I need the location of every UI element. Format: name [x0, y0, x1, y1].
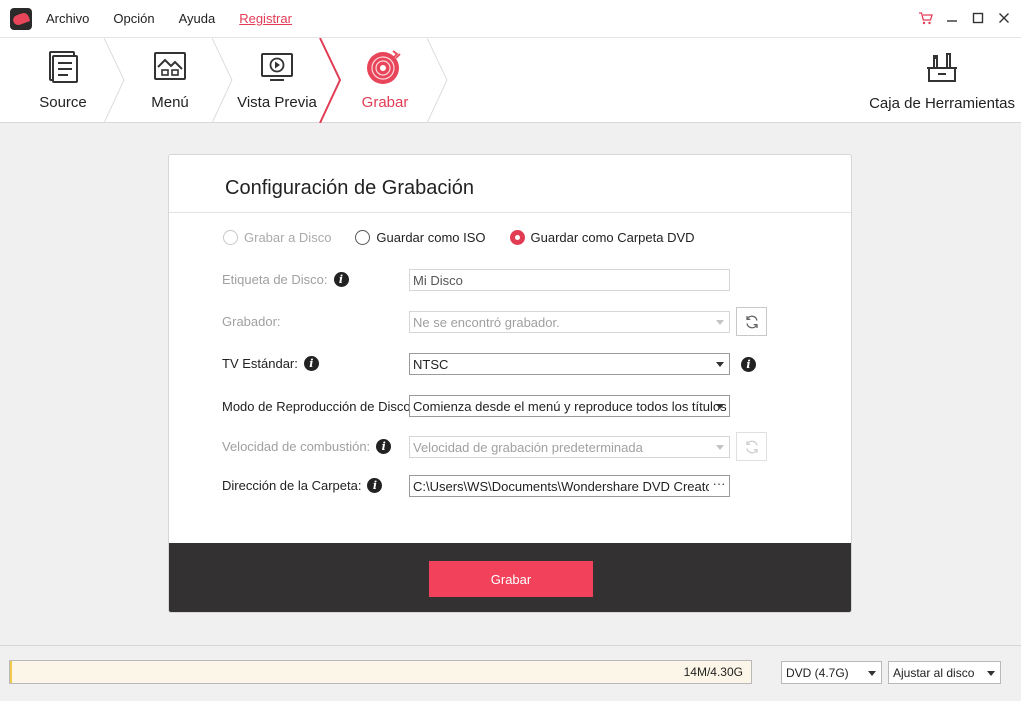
select-value: Ne se encontró grabador. — [413, 314, 560, 330]
refresh-icon — [745, 315, 758, 328]
burn-settings-panel: Configuración de Grabación Grabar a Disc… — [168, 154, 852, 613]
burn-speed-label: Velocidad de combustión: i — [222, 439, 392, 454]
info-icon[interactable]: i — [367, 478, 383, 493]
refresh-burner-button[interactable] — [736, 307, 767, 336]
panel-footer: Grabar — [169, 543, 851, 612]
burner-label: Grabador: — [222, 314, 281, 329]
radio-save-as-iso[interactable]: Guardar como ISO — [355, 230, 486, 245]
burn-button[interactable]: Grabar — [429, 561, 593, 597]
radio-burn-to-disc[interactable]: Grabar a Disco — [223, 230, 331, 245]
step-label: Grabar — [361, 94, 409, 111]
divider — [169, 212, 851, 213]
document-icon — [46, 50, 80, 84]
radio-save-as-dvd-folder[interactable]: Guardar como Carpeta DVD — [509, 230, 695, 245]
label-text: Modo de Reproducción de Disco: — [222, 399, 415, 414]
info-icon[interactable]: i — [376, 439, 392, 454]
burn-speed-select[interactable]: Velocidad de grabación predeterminada — [409, 436, 730, 458]
label-text: Grabador: — [222, 314, 281, 329]
step-preview[interactable]: Vista Previa — [234, 38, 320, 123]
toolbox-icon — [925, 50, 959, 84]
chevron-down-icon — [987, 671, 995, 676]
input-value: C:\Users\WS\Documents\Wondershare DVD Cr… — [413, 478, 730, 494]
playback-mode-select[interactable]: Comienza desde el menú y reproduce todos… — [409, 395, 730, 417]
disc-label-input[interactable]: Mi Disco — [409, 269, 730, 291]
toolbox-label: Caja de Herramientas — [869, 95, 1015, 112]
chevron-down-icon — [716, 404, 724, 409]
step-label: Source — [39, 94, 87, 111]
app-logo — [10, 7, 32, 30]
step-navigation: Source Menú Vista Previa Grabar Caja de … — [0, 38, 1021, 123]
burner-select[interactable]: Ne se encontró grabador. — [409, 311, 730, 333]
tv-standard-select[interactable]: NTSC — [409, 353, 730, 375]
chevron-separator — [427, 38, 448, 123]
chevron-separator-active — [319, 38, 342, 123]
capacity-text: 14M/4.30G — [683, 665, 743, 679]
step-label: Menú — [151, 94, 189, 111]
tv-standard-label: TV Estándar: i — [222, 356, 319, 371]
info-icon[interactable]: i — [741, 357, 756, 372]
minimize-icon[interactable] — [945, 9, 959, 27]
step-source[interactable]: Source — [20, 38, 106, 123]
capacity-fill — [10, 661, 13, 683]
select-value: Ajustar al disco — [893, 665, 975, 680]
menu-opcion[interactable]: Opción — [113, 11, 154, 26]
info-icon[interactable]: i — [333, 272, 349, 287]
radio-dot — [509, 230, 525, 245]
window-controls — [919, 9, 1011, 27]
toolbox-button[interactable]: Caja de Herramientas — [869, 38, 1015, 123]
disc-icon — [366, 50, 404, 84]
register-link[interactable]: Registrar — [239, 11, 292, 26]
playback-mode-label: Modo de Reproducción de Disco: — [222, 399, 414, 414]
title-bar: Archivo Opción Ayuda Registrar — [0, 0, 1021, 38]
radio-dot — [355, 230, 371, 245]
chevron-down-icon — [868, 671, 876, 676]
folder-path-input[interactable]: C:\Users\WS\Documents\Wondershare DVD Cr… — [409, 475, 730, 497]
input-value: Mi Disco — [413, 272, 463, 288]
maximize-icon[interactable] — [971, 9, 985, 27]
select-value: NTSC — [413, 356, 449, 372]
folder-path-label: Dirección de la Carpeta: i — [222, 478, 383, 493]
select-value: Velocidad de grabación predeterminada — [413, 439, 643, 455]
menu-archivo[interactable]: Archivo — [46, 11, 89, 26]
image-icon — [153, 50, 187, 84]
label-text: Dirección de la Carpeta: — [222, 478, 362, 493]
chevron-down-icon — [716, 362, 724, 367]
disc-type-select[interactable]: DVD (4.7G) — [781, 661, 882, 684]
label-text: Velocidad de combustión: — [222, 439, 371, 454]
page-title: Configuración de Grabación — [225, 177, 475, 199]
info-icon[interactable]: i — [303, 356, 319, 371]
close-icon[interactable] — [997, 9, 1011, 27]
menu-ayuda[interactable]: Ayuda — [179, 11, 216, 26]
fit-mode-select[interactable]: Ajustar al disco — [888, 661, 1001, 684]
step-menu[interactable]: Menú — [128, 38, 212, 123]
step-label: Vista Previa — [237, 94, 317, 111]
chevron-separator — [212, 38, 233, 123]
browse-folder-button[interactable]: ··· — [709, 476, 729, 496]
refresh-icon — [745, 440, 758, 453]
step-burn[interactable]: Grabar — [342, 38, 428, 123]
chevron-down-icon — [716, 320, 724, 325]
select-value: DVD (4.7G) — [786, 665, 849, 680]
select-value: Comienza desde el menú y reproduce todos… — [413, 398, 727, 414]
disc-capacity-bar: 14M/4.30G — [9, 660, 752, 684]
label-text: TV Estándar: — [222, 356, 298, 371]
refresh-speed-button[interactable] — [736, 432, 767, 461]
chevron-separator — [104, 38, 125, 123]
cart-icon[interactable] — [919, 9, 933, 27]
disc-label-label: Etiqueta de Disco: i — [222, 272, 349, 287]
radio-label: Guardar como ISO — [376, 230, 486, 245]
output-type-group: Grabar a Disco Guardar como ISO Guardar … — [223, 230, 719, 245]
divider — [0, 645, 1021, 646]
radio-label: Grabar a Disco — [244, 230, 332, 245]
label-text: Etiqueta de Disco: — [222, 272, 328, 287]
radio-label: Guardar como Carpeta DVD — [530, 230, 695, 245]
chevron-down-icon — [716, 445, 724, 450]
radio-dot — [223, 230, 238, 245]
play-monitor-icon — [260, 50, 294, 84]
